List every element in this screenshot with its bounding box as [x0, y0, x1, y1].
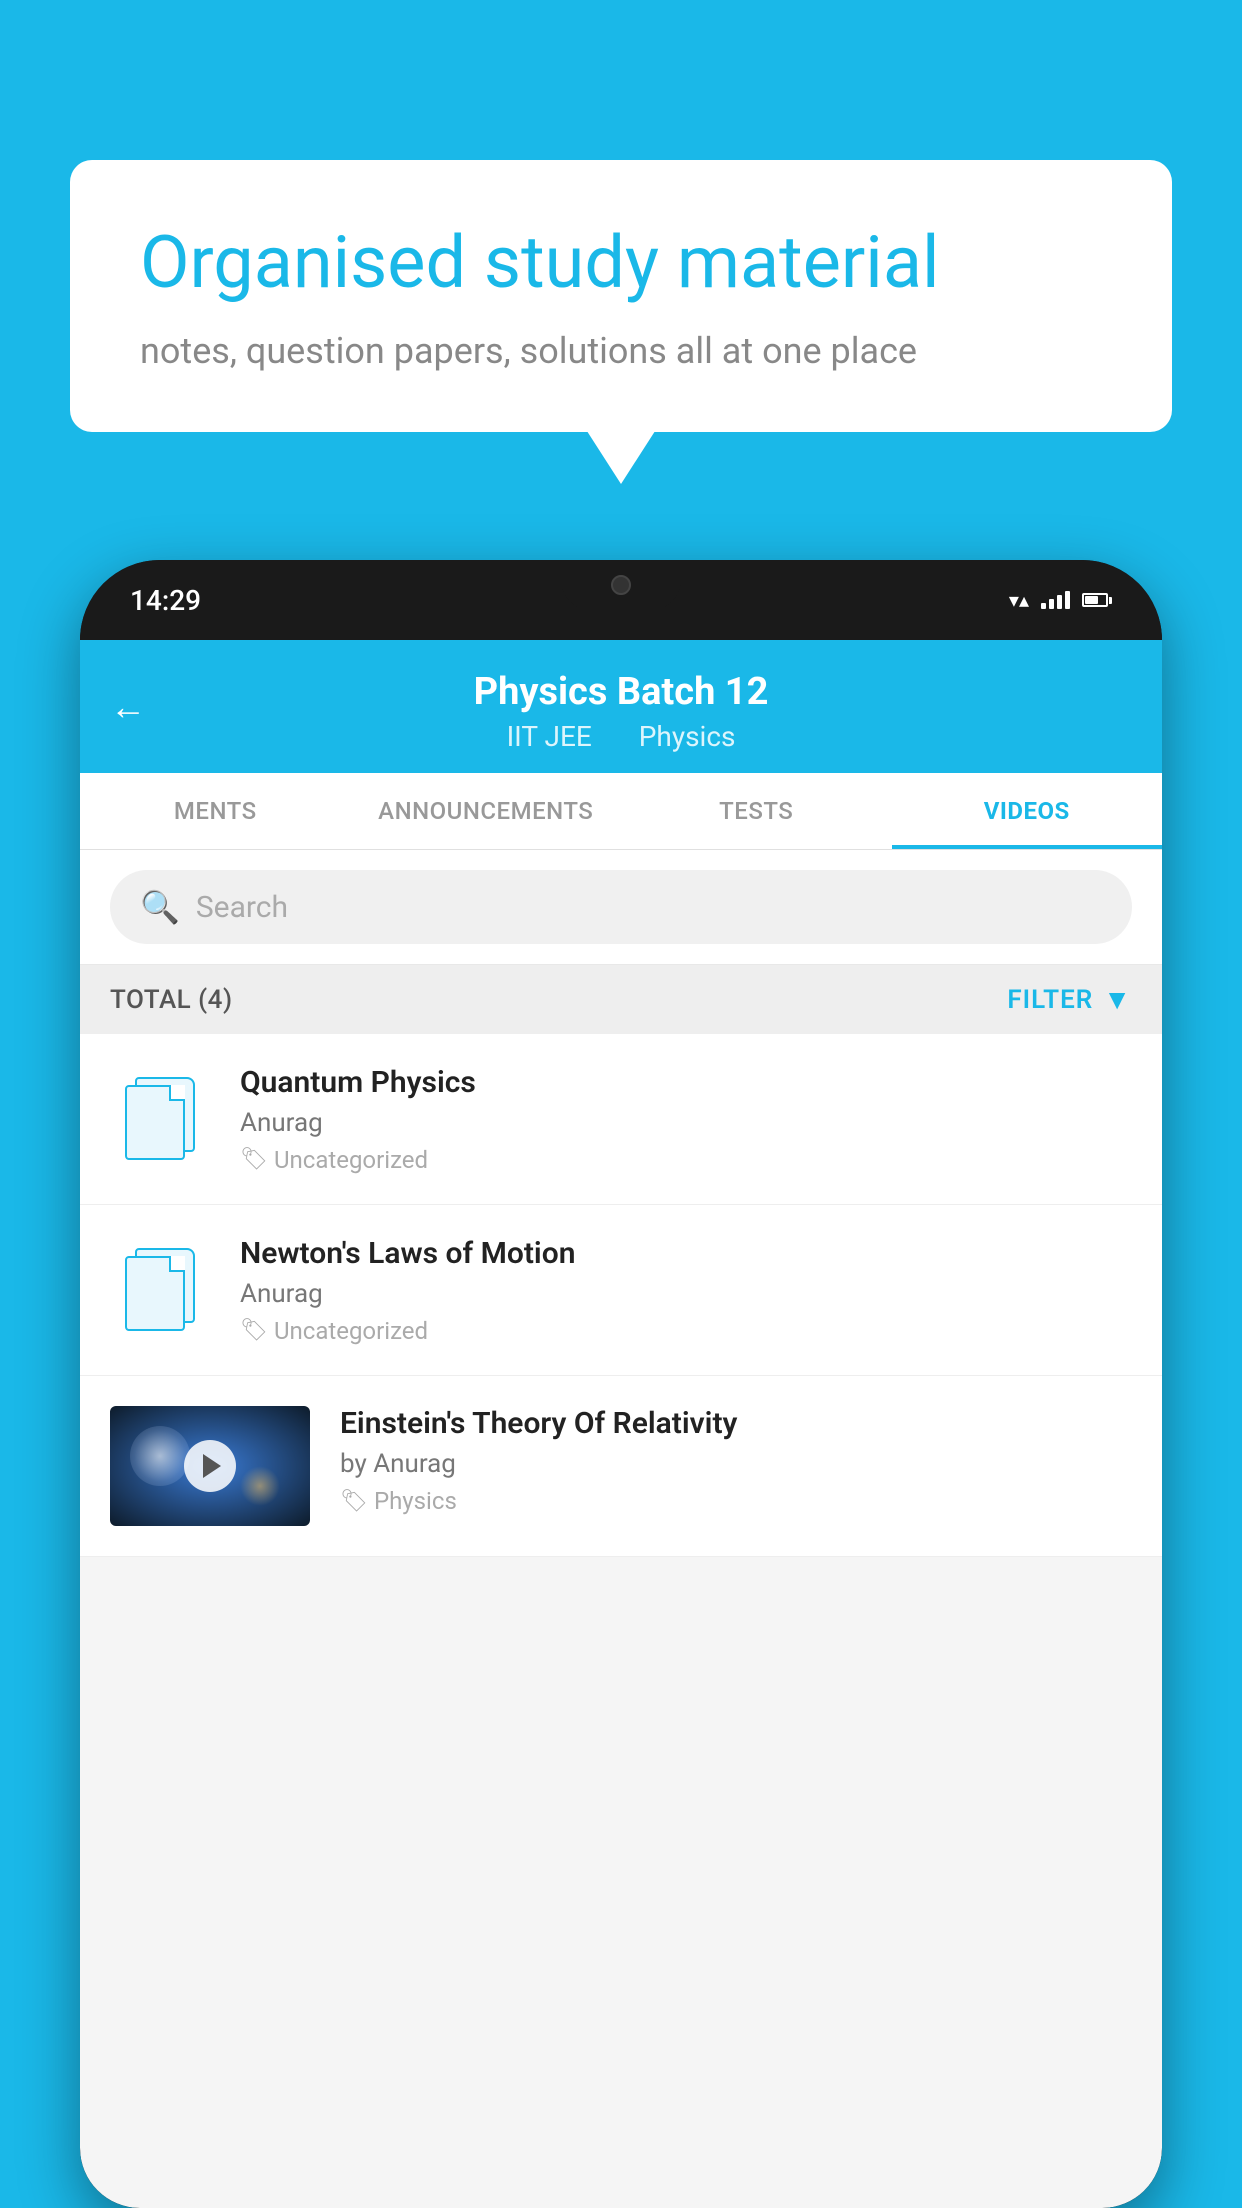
list-item[interactable]: Einstein's Theory Of Relativity by Anura… [80, 1376, 1162, 1557]
play-button[interactable] [184, 1440, 236, 1492]
total-count: TOTAL (4) [110, 985, 233, 1015]
battery-icon [1082, 593, 1112, 607]
header-subtitle-part2: Physics [639, 720, 736, 753]
app-header: ← Physics Batch 12 IIT JEE Physics [80, 640, 1162, 773]
file-icon-container [110, 1235, 210, 1345]
file-icon [125, 1248, 195, 1333]
video-title: Einstein's Theory Of Relativity [340, 1406, 1132, 1441]
search-container: 🔍 Search [80, 850, 1162, 965]
video-info: Newton's Laws of Motion Anurag 🏷 Uncateg… [240, 1236, 1132, 1345]
video-author: Anurag [240, 1108, 1132, 1138]
status-time: 14:29 [130, 584, 201, 617]
tab-announcements[interactable]: ANNOUNCEMENTS [351, 773, 622, 849]
video-tag: 🏷 Uncategorized [240, 1317, 1132, 1345]
tag-icon: 🏷 [240, 1318, 268, 1343]
file-icon [125, 1077, 195, 1162]
video-title: Newton's Laws of Motion [240, 1236, 1132, 1271]
status-bar: 14:29 ▾▴ [80, 560, 1162, 640]
search-input[interactable]: Search [196, 890, 288, 925]
tab-tests[interactable]: TESTS [621, 773, 892, 849]
tag-label: Uncategorized [274, 1317, 428, 1345]
video-author: by Anurag [340, 1449, 1132, 1479]
video-list: Quantum Physics Anurag 🏷 Uncategorized [80, 1034, 1162, 1557]
list-item[interactable]: Newton's Laws of Motion Anurag 🏷 Uncateg… [80, 1205, 1162, 1376]
speech-bubble: Organised study material notes, question… [70, 160, 1172, 432]
filter-button[interactable]: FILTER ▼ [1007, 983, 1132, 1016]
video-title: Quantum Physics [240, 1065, 1132, 1100]
wifi-icon: ▾▴ [1009, 588, 1029, 612]
filter-icon: ▼ [1103, 983, 1132, 1016]
tag-label: Uncategorized [274, 1146, 428, 1174]
video-tag: 🏷 Uncategorized [240, 1146, 1132, 1174]
tag-icon: 🏷 [340, 1489, 368, 1514]
header-subtitle: IIT JEE Physics [120, 720, 1122, 753]
list-item[interactable]: Quantum Physics Anurag 🏷 Uncategorized [80, 1034, 1162, 1205]
bubble-title: Organised study material [140, 220, 1102, 306]
tag-label: Physics [374, 1487, 457, 1515]
search-icon: 🔍 [140, 888, 180, 926]
phone-screen: ← Physics Batch 12 IIT JEE Physics MENTS… [80, 640, 1162, 2208]
back-button[interactable]: ← [110, 686, 146, 728]
camera [611, 575, 631, 595]
search-bar[interactable]: 🔍 Search [110, 870, 1132, 944]
filter-bar: TOTAL (4) FILTER ▼ [80, 965, 1162, 1034]
video-author: Anurag [240, 1279, 1132, 1309]
tag-icon: 🏷 [240, 1147, 268, 1172]
tab-videos[interactable]: VIDEOS [892, 773, 1163, 849]
video-thumbnail [110, 1406, 310, 1526]
phone-frame: 14:29 ▾▴ ← [80, 560, 1162, 2208]
status-icons: ▾▴ [1009, 588, 1112, 612]
notch [561, 560, 681, 610]
filter-label: FILTER [1007, 985, 1093, 1015]
speech-bubble-container: Organised study material notes, question… [70, 160, 1172, 432]
play-icon [203, 1454, 221, 1478]
tabs-bar: MENTS ANNOUNCEMENTS TESTS VIDEOS [80, 773, 1162, 850]
tab-ments[interactable]: MENTS [80, 773, 351, 849]
header-subtitle-part1: IIT JEE [507, 720, 592, 753]
video-tag: 🏷 Physics [340, 1487, 1132, 1515]
video-info: Quantum Physics Anurag 🏷 Uncategorized [240, 1065, 1132, 1174]
bubble-subtitle: notes, question papers, solutions all at… [140, 330, 1102, 372]
signal-icon [1041, 591, 1070, 609]
header-title: Physics Batch 12 [120, 670, 1122, 714]
file-icon-container [110, 1064, 210, 1174]
video-info: Einstein's Theory Of Relativity by Anura… [340, 1406, 1132, 1515]
